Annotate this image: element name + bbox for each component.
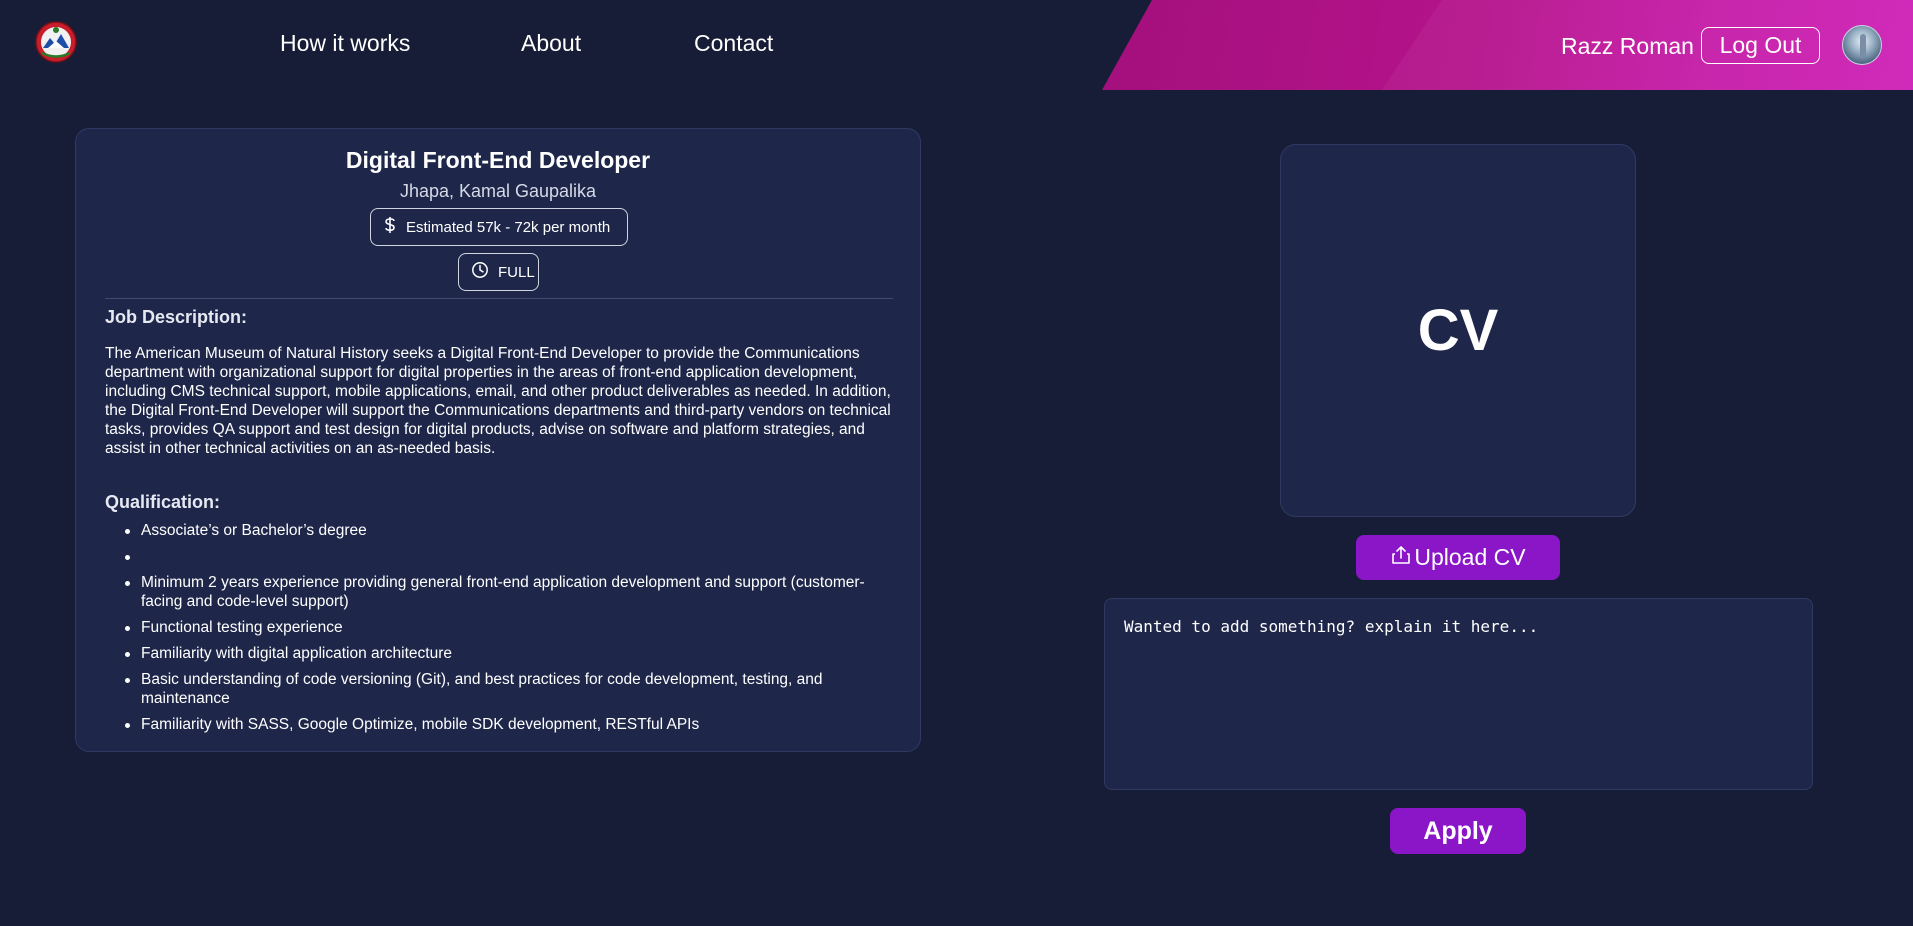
cover-note-textarea[interactable] xyxy=(1104,598,1813,790)
job-title: Digital Front-End Developer xyxy=(345,147,651,173)
qualification-list: Associate’s or Bachelor’s degree Minimum… xyxy=(105,521,895,741)
salary-text: Estimated 57k - 72k per month xyxy=(406,218,611,236)
list-item: Minimum 2 years experience providing gen… xyxy=(105,573,895,611)
job-description: The American Museum of Natural History s… xyxy=(105,345,891,457)
upload-cv-label: Upload CV xyxy=(1414,544,1526,570)
job-location: Jhapa, Kamal Gaupalika xyxy=(399,181,597,201)
avatar[interactable] xyxy=(1842,25,1882,65)
top-navbar: How it works About Contact Razz Roman Lo… xyxy=(0,0,1913,90)
job-type-text: FULL xyxy=(498,263,535,281)
apply-button[interactable]: Apply xyxy=(1390,808,1526,854)
list-item: Familiarity with SASS, Google Optimize, … xyxy=(105,715,895,734)
logout-button[interactable]: Log Out xyxy=(1701,27,1820,64)
upload-icon xyxy=(1390,544,1412,572)
description-heading: Job Description: xyxy=(105,307,248,327)
list-item: Basic understanding of code versioning (… xyxy=(105,670,895,708)
upload-cv-button[interactable]: Upload CV xyxy=(1356,535,1560,580)
dollar-icon xyxy=(383,216,397,238)
list-item: Familiarity with digital application arc… xyxy=(105,644,895,663)
job-type-badge: FULL xyxy=(458,253,539,291)
clock-icon xyxy=(471,261,489,283)
user-name: Razz Roman xyxy=(1561,33,1694,59)
job-details-card: Digital Front-End Developer Jhapa, Kamal… xyxy=(75,128,921,752)
list-item xyxy=(105,547,895,566)
list-item: Associate’s or Bachelor’s degree xyxy=(105,521,895,540)
nav-contact[interactable]: Contact xyxy=(694,30,773,57)
salary-badge: Estimated 57k - 72k per month xyxy=(370,208,628,246)
nav-about[interactable]: About xyxy=(521,30,581,57)
list-item: Functional testing experience xyxy=(105,618,895,637)
nav-how-it-works[interactable]: How it works xyxy=(280,30,410,57)
cv-preview[interactable]: CV xyxy=(1280,144,1636,517)
cv-label: CV xyxy=(1417,298,1499,363)
divider xyxy=(105,298,893,299)
qualification-heading: Qualification: xyxy=(105,492,221,512)
logo-icon[interactable] xyxy=(34,20,78,64)
